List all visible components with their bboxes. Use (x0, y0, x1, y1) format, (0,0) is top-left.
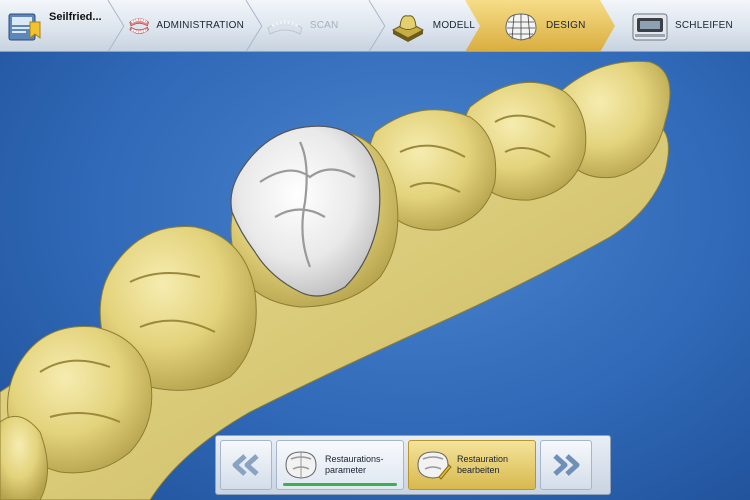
step-restaurationsparameter-label: Restaurations- parameter (325, 454, 384, 475)
case-info[interactable]: Seilfried... (0, 0, 106, 51)
previous-step-button[interactable] (220, 440, 272, 490)
phase-separator (245, 0, 263, 51)
phase-administration[interactable]: ADMINISTRATION (126, 0, 244, 51)
workflow-step-bar: Restaurations- parameter Restauration be… (215, 435, 611, 495)
next-step-button[interactable] (540, 440, 592, 490)
phase-design-label: DESIGN (546, 20, 586, 31)
phase-modell[interactable]: MODELL (387, 0, 482, 51)
dental-model-render[interactable] (0, 52, 750, 500)
phase-bar: Seilfried... ADMINISTRATION SCAN MODELL (0, 0, 750, 52)
step-restauration-bearbeiten[interactable]: Restauration bearbeiten (408, 440, 536, 490)
phase-separator (107, 0, 125, 51)
crown-edit-icon (417, 451, 452, 480)
crown-parameter-icon (285, 451, 317, 479)
phase-modell-label: MODELL (432, 20, 476, 31)
phase-administration-label: ADMINISTRATION (156, 20, 244, 31)
phase-schleifen-label: SCHLEIFEN (674, 20, 733, 31)
phase-scan-label: SCAN (309, 20, 339, 31)
phase-schleifen[interactable]: SCHLEIFEN (621, 0, 750, 51)
3d-viewport[interactable] (0, 52, 750, 500)
double-chevron-right-icon (553, 454, 580, 476)
step-restaurationsparameter[interactable]: Restaurations- parameter (276, 440, 404, 490)
phase-scan[interactable]: SCAN (264, 0, 367, 51)
case-file-icon (8, 13, 41, 40)
step-restauration-bearbeiten-label: Restauration bearbeiten (457, 454, 509, 475)
design-crown-icon (505, 12, 537, 41)
milling-machine-icon (632, 13, 668, 40)
case-title: Seilfried... (49, 10, 102, 23)
dentures-icon (129, 17, 150, 34)
phase-separator (368, 0, 386, 51)
model-tooth-icon (391, 14, 424, 42)
phase-design[interactable]: DESIGN (482, 0, 621, 51)
double-chevron-left-icon (232, 454, 259, 476)
scan-jaw-icon (267, 20, 303, 35)
